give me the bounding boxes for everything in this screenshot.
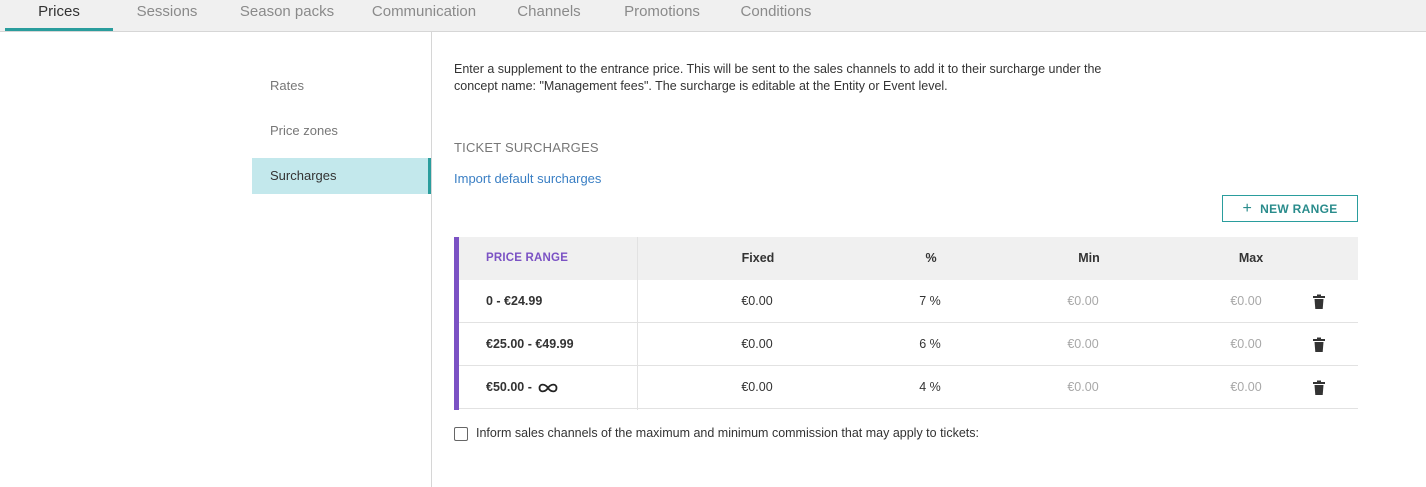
table-row: €25.00 - €49.99 €0.00 6 % €0.00 €0.00: [459, 323, 1358, 366]
row-max[interactable]: €0.00: [1206, 323, 1286, 366]
tab-bar: Prices Sessions Season packs Communicati…: [0, 0, 1426, 32]
row-fixed[interactable]: €0.00: [717, 323, 797, 366]
row-percent[interactable]: 7 %: [890, 280, 970, 323]
column-separator: [637, 237, 638, 410]
header-price-range: PRICE RANGE: [486, 252, 569, 264]
sidebar-divider: [431, 32, 432, 487]
row-fixed[interactable]: €0.00: [717, 280, 797, 323]
new-range-button[interactable]: + NEW RANGE: [1222, 195, 1358, 222]
header-fixed: Fixed: [741, 251, 775, 265]
row-percent[interactable]: 4 %: [890, 366, 970, 409]
infinity-icon: [538, 383, 558, 392]
table-row: 0 - €24.99 €0.00 7 % €0.00 €0.00: [459, 280, 1358, 323]
sidebar-item-rates[interactable]: Rates: [252, 68, 431, 104]
trash-icon[interactable]: [1312, 380, 1326, 396]
row-min[interactable]: €0.00: [1043, 366, 1123, 409]
row-price-range: €50.00 -: [486, 366, 560, 409]
tab-promotions[interactable]: Promotions: [618, 0, 706, 31]
row-price-range: €25.00 - €49.99: [486, 337, 574, 351]
plus-icon: +: [1242, 199, 1253, 217]
trash-icon[interactable]: [1312, 337, 1326, 353]
inform-sales-channels-checkbox[interactable]: [454, 427, 468, 441]
row-min[interactable]: €0.00: [1043, 280, 1123, 323]
row-max[interactable]: €0.00: [1206, 280, 1286, 323]
trash-icon[interactable]: [1312, 294, 1326, 310]
tab-sessions[interactable]: Sessions: [128, 0, 206, 31]
header-percent: %: [925, 251, 937, 265]
tab-season-packs[interactable]: Season packs: [236, 0, 338, 31]
sidebar-item-price-zones[interactable]: Price zones: [252, 113, 431, 149]
tab-conditions[interactable]: Conditions: [736, 0, 816, 31]
row-min[interactable]: €0.00: [1043, 323, 1123, 366]
new-range-label: NEW RANGE: [1260, 201, 1338, 216]
row-fixed[interactable]: €0.00: [717, 366, 797, 409]
header-max: Max: [1238, 251, 1264, 265]
table-header: PRICE RANGE Fixed % Min Max: [459, 237, 1358, 280]
header-min: Min: [1078, 251, 1100, 265]
sidebar-item-surcharges[interactable]: Surcharges: [252, 158, 431, 194]
surcharges-table: PRICE RANGE Fixed % Min Max 0 - €24.99 €…: [454, 237, 1358, 410]
row-percent[interactable]: 6 %: [890, 323, 970, 366]
tab-communication[interactable]: Communication: [368, 0, 480, 31]
surcharge-description: Enter a supplement to the entrance price…: [454, 62, 1102, 93]
import-default-surcharges-link[interactable]: Import default surcharges: [454, 171, 601, 186]
section-title: TICKET SURCHARGES: [454, 140, 599, 155]
tab-channels[interactable]: Channels: [512, 0, 586, 31]
row-price-range: 0 - €24.99: [486, 294, 543, 308]
inform-sales-channels-label[interactable]: Inform sales channels of the maximum and…: [476, 426, 979, 440]
row-max[interactable]: €0.00: [1206, 366, 1286, 409]
table-row: €50.00 - €0.00 4 % €0.00 €0.00: [459, 366, 1358, 409]
tab-prices[interactable]: Prices: [5, 0, 113, 31]
